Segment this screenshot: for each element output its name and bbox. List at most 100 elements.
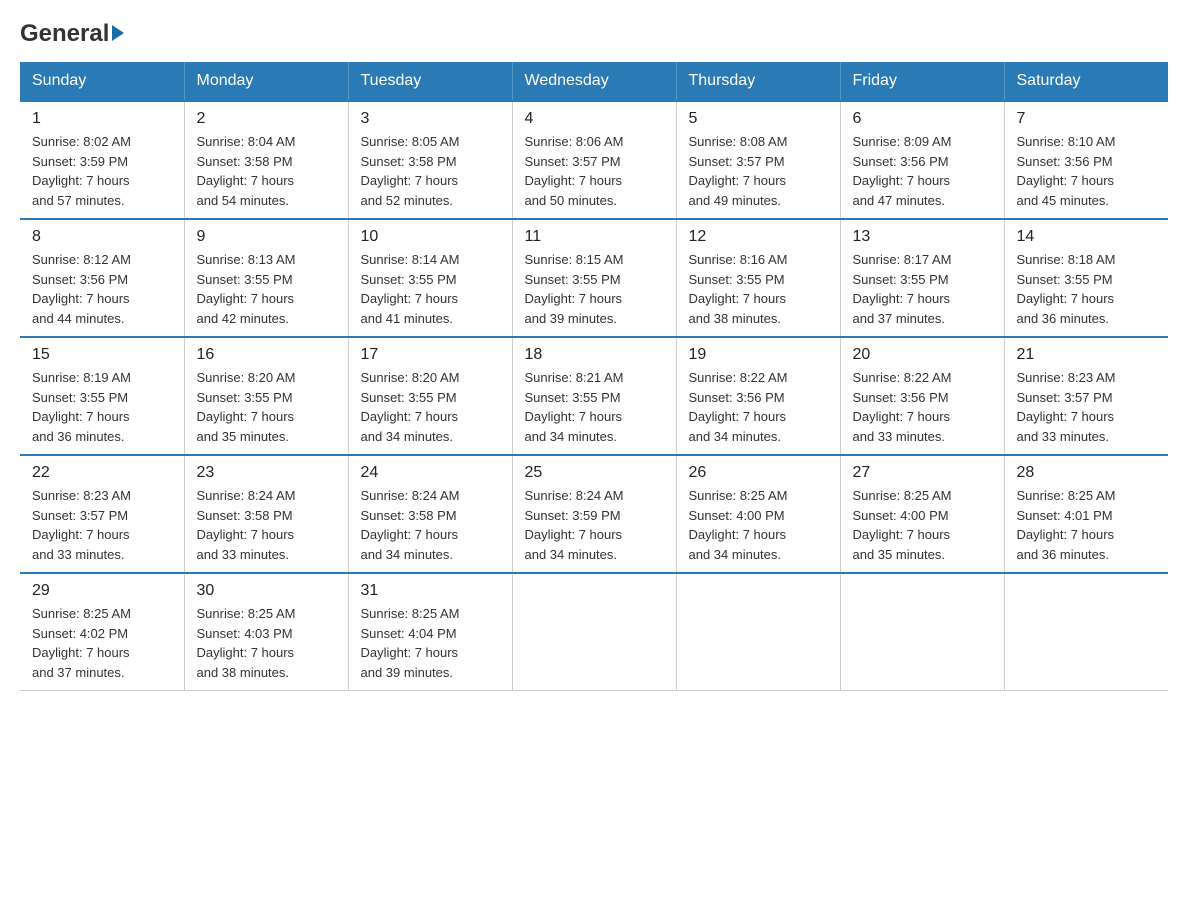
day-info: Sunrise: 8:25 AM Sunset: 4:02 PM Dayligh… — [32, 604, 172, 682]
day-number: 9 — [197, 228, 336, 246]
calendar-day-cell — [1004, 573, 1168, 691]
day-info: Sunrise: 8:04 AM Sunset: 3:58 PM Dayligh… — [197, 132, 336, 210]
day-info: Sunrise: 8:23 AM Sunset: 3:57 PM Dayligh… — [1017, 368, 1157, 446]
day-of-week-header: Sunday — [20, 62, 184, 101]
day-of-week-header: Saturday — [1004, 62, 1168, 101]
day-number: 3 — [361, 110, 500, 128]
calendar-week-row: 8 Sunrise: 8:12 AM Sunset: 3:56 PM Daylig… — [20, 219, 1168, 337]
day-info: Sunrise: 8:23 AM Sunset: 3:57 PM Dayligh… — [32, 486, 172, 564]
day-of-week-header: Friday — [840, 62, 1004, 101]
day-info: Sunrise: 8:25 AM Sunset: 4:00 PM Dayligh… — [853, 486, 992, 564]
calendar-day-cell: 2 Sunrise: 8:04 AM Sunset: 3:58 PM Daylig… — [184, 101, 348, 219]
calendar-day-cell: 17Sunrise: 8:20 AM Sunset: 3:55 PM Dayli… — [348, 337, 512, 455]
calendar-week-row: 22 Sunrise: 8:23 AM Sunset: 3:57 PM Dayli… — [20, 455, 1168, 573]
day-number: 4 — [525, 110, 664, 128]
calendar-day-cell: 7 Sunrise: 8:10 AM Sunset: 3:56 PM Daylig… — [1004, 101, 1168, 219]
day-info: Sunrise: 8:20 AM Sunset: 3:55 PM Dayligh… — [197, 368, 336, 446]
calendar-table: SundayMondayTuesdayWednesdayThursdayFrid… — [20, 62, 1168, 691]
day-number: 7 — [1017, 110, 1157, 128]
calendar-week-row: 15Sunrise: 8:19 AM Sunset: 3:55 PM Dayli… — [20, 337, 1168, 455]
day-info: Sunrise: 8:24 AM Sunset: 3:59 PM Dayligh… — [525, 486, 664, 564]
calendar-day-cell — [676, 573, 840, 691]
calendar-day-cell: 16 Sunrise: 8:20 AM Sunset: 3:55 PM Dayli… — [184, 337, 348, 455]
calendar-day-cell: 29 Sunrise: 8:25 AM Sunset: 4:02 PM Dayli… — [20, 573, 184, 691]
calendar-day-cell: 3 Sunrise: 8:05 AM Sunset: 3:58 PM Daylig… — [348, 101, 512, 219]
calendar-day-cell: 24Sunrise: 8:24 AM Sunset: 3:58 PM Dayli… — [348, 455, 512, 573]
calendar-day-cell: 15Sunrise: 8:19 AM Sunset: 3:55 PM Dayli… — [20, 337, 184, 455]
day-number: 19 — [689, 346, 828, 364]
day-number: 6 — [853, 110, 992, 128]
day-number: 11 — [525, 228, 664, 246]
day-info: Sunrise: 8:25 AM Sunset: 4:03 PM Dayligh… — [197, 604, 336, 682]
day-number: 28 — [1017, 464, 1157, 482]
calendar-day-cell: 11 Sunrise: 8:15 AM Sunset: 3:55 PM Dayli… — [512, 219, 676, 337]
day-info: Sunrise: 8:18 AM Sunset: 3:55 PM Dayligh… — [1017, 250, 1157, 328]
day-number: 23 — [197, 464, 336, 482]
calendar-day-cell: 27 Sunrise: 8:25 AM Sunset: 4:00 PM Dayli… — [840, 455, 1004, 573]
day-number: 30 — [197, 582, 336, 600]
day-number: 13 — [853, 228, 992, 246]
calendar-day-cell: 18 Sunrise: 8:21 AM Sunset: 3:55 PM Dayli… — [512, 337, 676, 455]
calendar-day-cell — [512, 573, 676, 691]
day-number: 5 — [689, 110, 828, 128]
calendar-day-cell: 8 Sunrise: 8:12 AM Sunset: 3:56 PM Daylig… — [20, 219, 184, 337]
day-number: 12 — [689, 228, 828, 246]
day-info: Sunrise: 8:25 AM Sunset: 4:00 PM Dayligh… — [689, 486, 828, 564]
calendar-header-row: SundayMondayTuesdayWednesdayThursdayFrid… — [20, 62, 1168, 101]
day-number: 16 — [197, 346, 336, 364]
day-of-week-header: Thursday — [676, 62, 840, 101]
day-number: 22 — [32, 464, 172, 482]
day-info: Sunrise: 8:20 AM Sunset: 3:55 PM Dayligh… — [361, 368, 500, 446]
calendar-day-cell — [840, 573, 1004, 691]
day-info: Sunrise: 8:19 AM Sunset: 3:55 PM Dayligh… — [32, 368, 172, 446]
day-number: 14 — [1017, 228, 1157, 246]
calendar-day-cell: 20 Sunrise: 8:22 AM Sunset: 3:56 PM Dayli… — [840, 337, 1004, 455]
calendar-day-cell: 9 Sunrise: 8:13 AM Sunset: 3:55 PM Daylig… — [184, 219, 348, 337]
calendar-day-cell: 28Sunrise: 8:25 AM Sunset: 4:01 PM Dayli… — [1004, 455, 1168, 573]
day-number: 27 — [853, 464, 992, 482]
day-info: Sunrise: 8:06 AM Sunset: 3:57 PM Dayligh… — [525, 132, 664, 210]
day-info: Sunrise: 8:10 AM Sunset: 3:56 PM Dayligh… — [1017, 132, 1157, 210]
calendar-week-row: 1 Sunrise: 8:02 AM Sunset: 3:59 PM Daylig… — [20, 101, 1168, 219]
day-number: 31 — [361, 582, 500, 600]
day-number: 2 — [197, 110, 336, 128]
day-number: 20 — [853, 346, 992, 364]
day-info: Sunrise: 8:25 AM Sunset: 4:04 PM Dayligh… — [361, 604, 500, 682]
day-info: Sunrise: 8:05 AM Sunset: 3:58 PM Dayligh… — [361, 132, 500, 210]
calendar-day-cell: 12 Sunrise: 8:16 AM Sunset: 3:55 PM Dayli… — [676, 219, 840, 337]
calendar-day-cell: 14 Sunrise: 8:18 AM Sunset: 3:55 PM Dayli… — [1004, 219, 1168, 337]
calendar-day-cell: 30 Sunrise: 8:25 AM Sunset: 4:03 PM Dayli… — [184, 573, 348, 691]
day-info: Sunrise: 8:22 AM Sunset: 3:56 PM Dayligh… — [689, 368, 828, 446]
calendar-day-cell: 10 Sunrise: 8:14 AM Sunset: 3:55 PM Dayli… — [348, 219, 512, 337]
calendar-day-cell: 23Sunrise: 8:24 AM Sunset: 3:58 PM Dayli… — [184, 455, 348, 573]
calendar-day-cell: 6 Sunrise: 8:09 AM Sunset: 3:56 PM Daylig… — [840, 101, 1004, 219]
day-of-week-header: Tuesday — [348, 62, 512, 101]
day-info: Sunrise: 8:21 AM Sunset: 3:55 PM Dayligh… — [525, 368, 664, 446]
calendar-week-row: 29 Sunrise: 8:25 AM Sunset: 4:02 PM Dayli… — [20, 573, 1168, 691]
day-info: Sunrise: 8:14 AM Sunset: 3:55 PM Dayligh… — [361, 250, 500, 328]
day-info: Sunrise: 8:09 AM Sunset: 3:56 PM Dayligh… — [853, 132, 992, 210]
day-info: Sunrise: 8:12 AM Sunset: 3:56 PM Dayligh… — [32, 250, 172, 328]
day-info: Sunrise: 8:13 AM Sunset: 3:55 PM Dayligh… — [197, 250, 336, 328]
day-info: Sunrise: 8:02 AM Sunset: 3:59 PM Dayligh… — [32, 132, 172, 210]
day-info: Sunrise: 8:16 AM Sunset: 3:55 PM Dayligh… — [689, 250, 828, 328]
day-number: 18 — [525, 346, 664, 364]
calendar-day-cell: 25 Sunrise: 8:24 AM Sunset: 3:59 PM Dayli… — [512, 455, 676, 573]
day-number: 26 — [689, 464, 828, 482]
calendar-day-cell: 26 Sunrise: 8:25 AM Sunset: 4:00 PM Dayli… — [676, 455, 840, 573]
day-number: 10 — [361, 228, 500, 246]
calendar-day-cell: 4 Sunrise: 8:06 AM Sunset: 3:57 PM Daylig… — [512, 101, 676, 219]
day-info: Sunrise: 8:22 AM Sunset: 3:56 PM Dayligh… — [853, 368, 992, 446]
day-number: 25 — [525, 464, 664, 482]
day-number: 8 — [32, 228, 172, 246]
day-number: 24 — [361, 464, 500, 482]
day-number: 21 — [1017, 346, 1157, 364]
day-number: 1 — [32, 110, 172, 128]
day-number: 29 — [32, 582, 172, 600]
day-of-week-header: Monday — [184, 62, 348, 101]
calendar-day-cell: 21 Sunrise: 8:23 AM Sunset: 3:57 PM Dayli… — [1004, 337, 1168, 455]
day-info: Sunrise: 8:08 AM Sunset: 3:57 PM Dayligh… — [689, 132, 828, 210]
day-info: Sunrise: 8:15 AM Sunset: 3:55 PM Dayligh… — [525, 250, 664, 328]
calendar-day-cell: 1 Sunrise: 8:02 AM Sunset: 3:59 PM Daylig… — [20, 101, 184, 219]
logo-triangle-icon — [112, 25, 124, 41]
